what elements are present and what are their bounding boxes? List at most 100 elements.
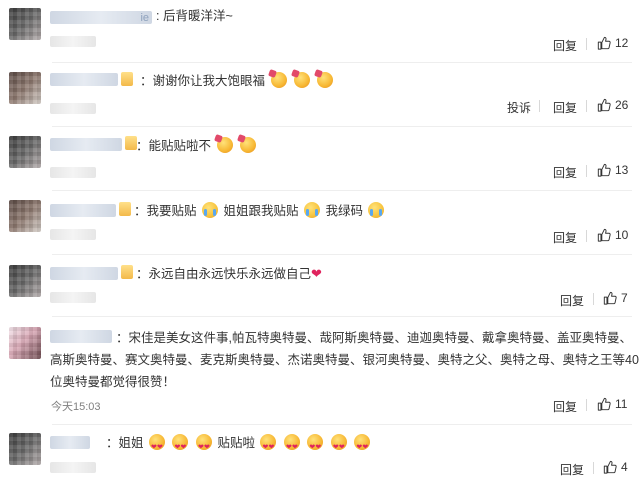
- like-button[interactable]: 13: [597, 163, 628, 177]
- like-count: 13: [615, 163, 629, 177]
- crying-face-icon: [368, 202, 385, 218]
- comment-item: ：谢谢你让我大饱眼福 投诉 回复 26: [0, 63, 640, 127]
- comment-text-part: ：姐姐: [106, 436, 144, 450]
- party-face-icon: [239, 137, 256, 153]
- thumbs-up-icon: [603, 460, 617, 474]
- like-count: 10: [615, 228, 629, 242]
- heart-eyes-icon: [260, 434, 277, 459]
- comment-text-part: ：我要贴贴: [134, 204, 197, 218]
- avatar[interactable]: [9, 8, 41, 40]
- comment-meta: [50, 36, 96, 47]
- like-count: 11: [615, 397, 628, 411]
- reply-button[interactable]: 回复: [553, 37, 577, 54]
- crying-face-icon: [303, 202, 320, 218]
- like-button[interactable]: 11: [597, 397, 627, 411]
- thumbs-up-icon: [597, 98, 611, 112]
- comment-item: ：能贴贴啦不 回复 13: [0, 127, 640, 191]
- heart-eyes-icon: [195, 434, 212, 459]
- avatar[interactable]: [9, 265, 41, 297]
- heart-eyes-icon: [307, 434, 324, 459]
- member-badge-icon: [121, 265, 133, 279]
- party-face-icon: [270, 72, 287, 88]
- party-face-icon: [293, 72, 310, 88]
- action-separator: [539, 100, 540, 112]
- comment-text-part: 贴贴啦: [217, 436, 255, 450]
- avatar[interactable]: [9, 433, 41, 465]
- heart-eyes-icon: [172, 434, 189, 459]
- heart-eyes-icon: [330, 434, 347, 459]
- like-count: 26: [615, 98, 629, 112]
- comment-meta: [50, 462, 96, 473]
- reply-button[interactable]: 回复: [553, 398, 577, 415]
- reply-button[interactable]: 回复: [560, 292, 584, 309]
- comment-item: ：永远自由永远快乐永远做自己❤ 回复 7: [0, 255, 640, 317]
- reply-button[interactable]: 回复: [553, 99, 577, 116]
- red-heart-icon: ❤: [311, 266, 322, 281]
- username[interactable]: [50, 204, 116, 217]
- like-count: 4: [621, 460, 628, 474]
- action-separator: [586, 38, 587, 50]
- comment-text-part: 姐姐跟我贴贴: [223, 204, 299, 218]
- action-separator: [593, 462, 594, 474]
- party-face-icon: [317, 72, 334, 88]
- comment-text: ：能贴贴啦不: [136, 135, 258, 157]
- like-count: 7: [621, 291, 628, 305]
- reply-button[interactable]: 回复: [560, 461, 584, 478]
- report-button[interactable]: 投诉: [507, 99, 531, 116]
- comment-meta: [50, 292, 96, 303]
- crying-face-icon: [202, 202, 218, 218]
- member-badge-icon: [119, 202, 131, 216]
- comment-text-body: ：永远自由永远快乐永远做自己: [136, 267, 312, 281]
- like-button[interactable]: 7: [603, 291, 628, 305]
- like-count: 12: [615, 36, 629, 50]
- action-separator: [586, 230, 587, 242]
- thumbs-up-icon: [597, 397, 611, 411]
- member-badge-icon: [121, 72, 133, 86]
- comment-text: : 后背暖洋洋~: [156, 9, 233, 23]
- reply-button[interactable]: 回复: [553, 164, 577, 181]
- party-face-icon: [216, 137, 233, 153]
- comment-text-body: ：能贴贴啦不: [136, 139, 212, 153]
- heart-eyes-icon: [283, 434, 300, 459]
- comment-text: ：永远自由永远快乐永远做自己❤: [136, 263, 322, 285]
- avatar[interactable]: [9, 200, 41, 232]
- comment-text: ：我要贴贴 姐姐跟我贴贴 我绿码: [134, 200, 386, 222]
- comment-text-part: 我绿码: [325, 204, 363, 218]
- comment-meta: [50, 103, 96, 114]
- username[interactable]: ie: [50, 11, 152, 24]
- comment-text: ：谢谢你让我大饱眼福: [140, 70, 335, 92]
- like-button[interactable]: 12: [597, 36, 628, 50]
- username[interactable]: [50, 138, 122, 151]
- comment-timestamp: 今天15:03: [51, 401, 101, 413]
- thumbs-up-icon: [597, 228, 611, 242]
- comment-text-body: ：谢谢你让我大饱眼福: [140, 74, 266, 88]
- action-separator: [586, 165, 587, 177]
- comment-text: ：宋佳是美女这件事,帕瓦特奥特曼、哉阿斯奥特曼、迪迦奥特曼、戴拿奥特曼、盖亚奥特…: [50, 331, 639, 389]
- avatar[interactable]: [9, 136, 41, 168]
- action-separator: [593, 293, 594, 305]
- comment-item: ：姐姐 贴贴啦 回复 4: [0, 425, 640, 480]
- avatar[interactable]: [9, 327, 41, 359]
- avatar[interactable]: [9, 72, 41, 104]
- comment-text: ：姐姐 贴贴啦: [106, 432, 372, 459]
- username[interactable]: [50, 267, 118, 280]
- thumbs-up-icon: [597, 163, 611, 177]
- thumbs-up-icon: [603, 291, 617, 305]
- like-button[interactable]: 4: [603, 460, 628, 474]
- heart-eyes-icon: [354, 434, 371, 459]
- comment-meta: [50, 229, 96, 240]
- action-separator: [586, 399, 587, 411]
- username[interactable]: [50, 73, 118, 86]
- thumbs-up-icon: [597, 36, 611, 50]
- like-button[interactable]: 26: [597, 98, 628, 112]
- comment-meta: [50, 167, 96, 178]
- reply-button[interactable]: 回复: [553, 229, 577, 246]
- username[interactable]: [50, 436, 90, 449]
- comment-item: ：宋佳是美女这件事,帕瓦特奥特曼、哉阿斯奥特曼、迪迦奥特曼、戴拿奥特曼、盖亚奥特…: [0, 317, 640, 425]
- action-separator: [586, 100, 587, 112]
- heart-eyes-icon: [149, 434, 165, 459]
- username-fragment: ie: [140, 11, 149, 24]
- like-button[interactable]: 10: [597, 228, 628, 242]
- comment-item: ：我要贴贴 姐姐跟我贴贴 我绿码 回复 10: [0, 191, 640, 255]
- comment-item: ie : 后背暖洋洋~ 回复 12: [0, 0, 640, 64]
